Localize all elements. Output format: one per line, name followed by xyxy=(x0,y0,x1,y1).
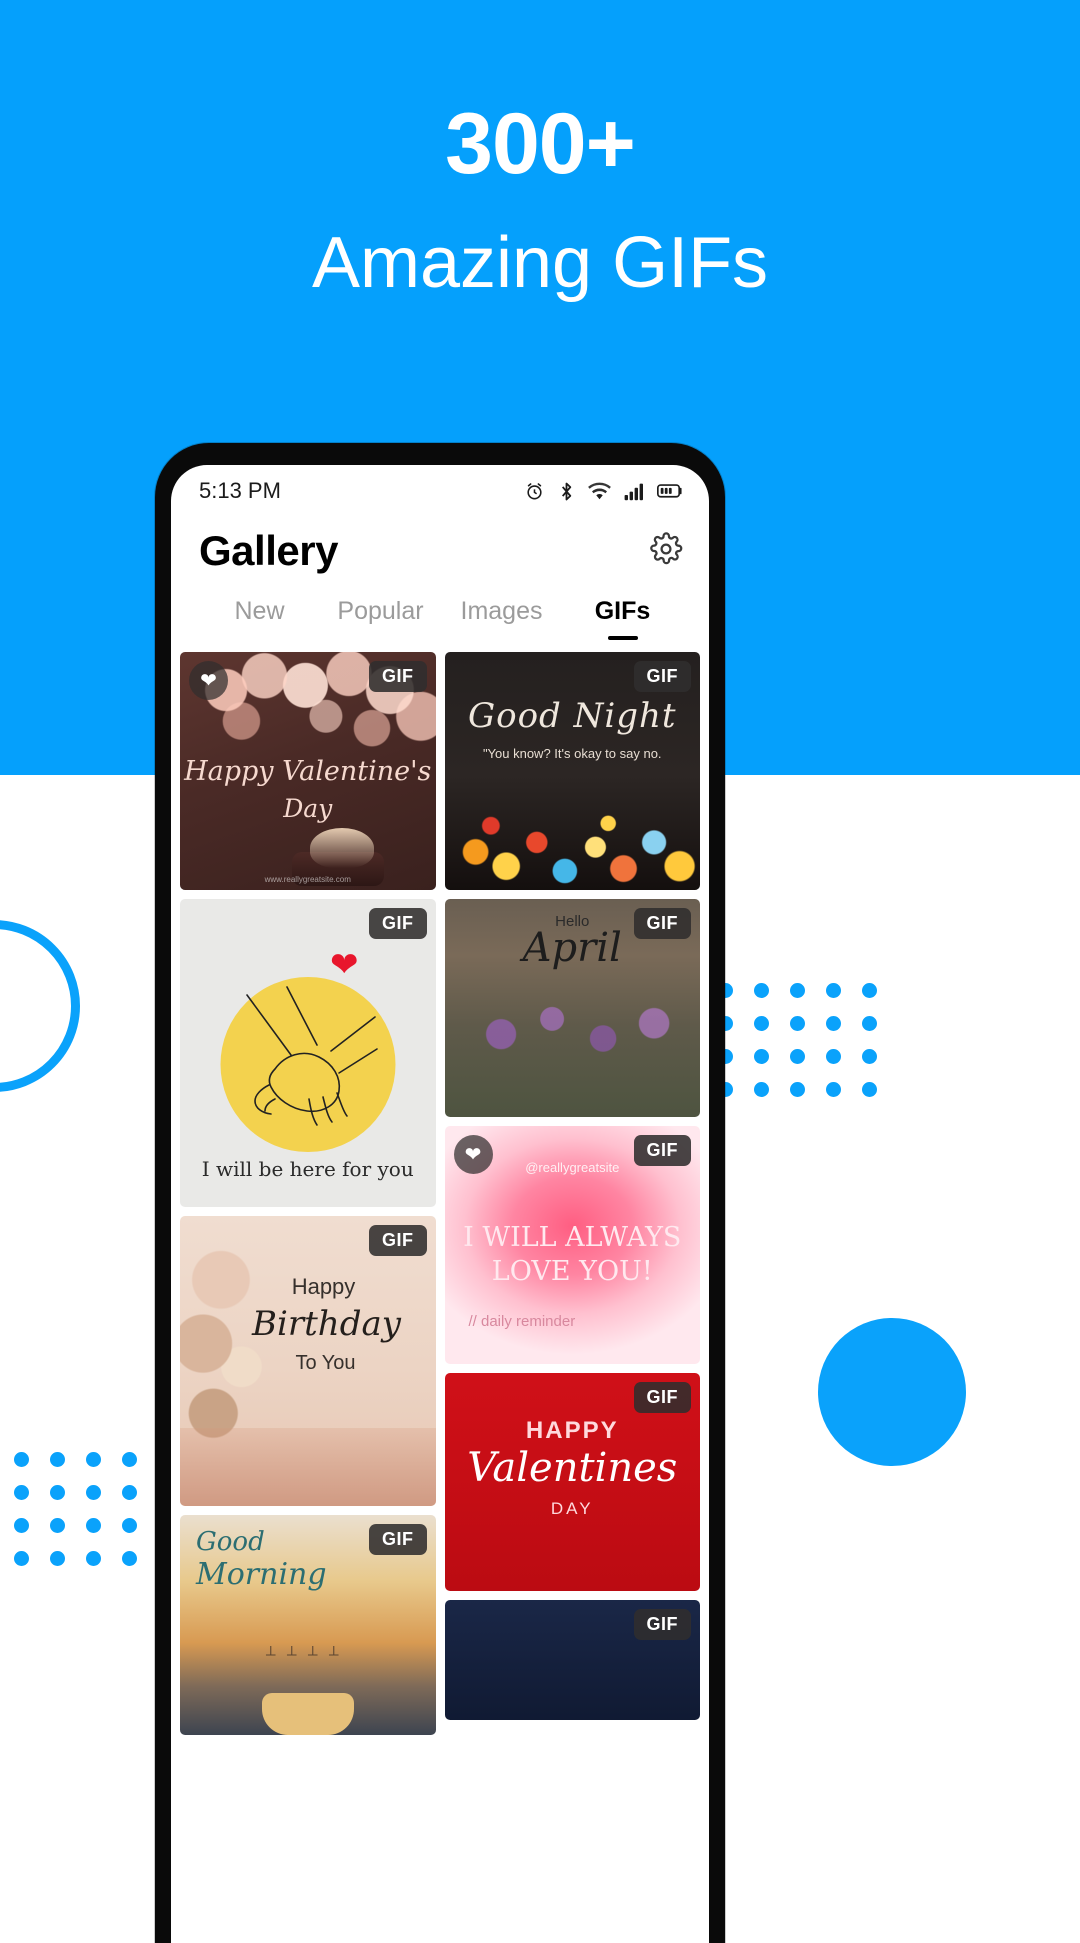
battery-icon xyxy=(657,483,683,499)
status-bar-icons xyxy=(524,481,683,502)
gif-tile-valentines-day[interactable]: ❤ GIF Happy Valentine's Day www.reallygr… xyxy=(180,652,436,890)
tile-caption: LOVE YOU! xyxy=(491,1256,653,1287)
gif-badge: GIF xyxy=(633,661,691,692)
gif-badge: GIF xyxy=(369,1524,427,1555)
favorite-badge[interactable]: ❤ xyxy=(189,661,228,700)
gif-badge: GIF xyxy=(369,908,427,939)
gif-badge: GIF xyxy=(369,1225,427,1256)
hero-subtitle: Amazing GIFs xyxy=(311,223,769,303)
phone-screen: 5:13 PM Gallery New Popular Images GIFs … xyxy=(171,465,709,1943)
tile-caption: DAY xyxy=(550,1499,594,1518)
tile-caption: Birthday xyxy=(252,1304,401,1344)
hero-title: 300+ xyxy=(445,96,636,192)
status-bar-time: 5:13 PM xyxy=(199,478,281,503)
tab-label: New xyxy=(234,597,285,625)
tile-caption: Happy Valentine's xyxy=(184,756,432,787)
tile-caption: To You xyxy=(295,1352,356,1374)
gif-tile-holding-hands[interactable]: GIF ❤ I will be here for you xyxy=(180,899,436,1207)
tile-caption: Day xyxy=(283,794,333,823)
tile-caption: Morning xyxy=(196,1557,327,1592)
gif-tile-hello-april[interactable]: GIF Hello April xyxy=(444,899,700,1117)
tile-caption: // daily reminder xyxy=(468,1313,576,1330)
cellular-signal-icon xyxy=(624,482,644,501)
hands-illustration xyxy=(245,986,378,1126)
alarm-icon xyxy=(524,481,545,502)
gif-badge: GIF xyxy=(633,908,691,939)
status-bar: 5:13 PM xyxy=(171,465,709,517)
gif-tile-night-scene[interactable]: GIF xyxy=(444,1600,700,1720)
gear-icon[interactable] xyxy=(649,531,683,571)
heart-icon: ❤ xyxy=(330,946,359,984)
gif-tile-happy-birthday[interactable]: GIF Happy Birthday To You xyxy=(180,1216,436,1506)
tile-caption: "You know? It's okay to say no. xyxy=(482,746,662,761)
gif-badge: GIF xyxy=(633,1382,691,1413)
phone-mockup: 5:13 PM Gallery New Popular Images GIFs … xyxy=(155,443,725,1943)
mug-shape xyxy=(261,1693,354,1735)
gif-grid-column-right: GIF Good Night "You know? It's okay to s… xyxy=(444,652,700,1735)
gif-grid: ❤ GIF Happy Valentine's Day www.reallygr… xyxy=(171,640,709,1735)
bluetooth-icon xyxy=(558,481,575,502)
tile-caption: I WILL ALWAYS xyxy=(463,1222,682,1253)
flame-shape xyxy=(309,828,374,868)
gif-tile-i-will-always-love-you[interactable]: ❤ GIF @reallygreatsite I WILL ALWAYS LOV… xyxy=(444,1126,700,1364)
gif-grid-column-left: ❤ GIF Happy Valentine's Day www.reallygr… xyxy=(180,652,436,1735)
tab-popular[interactable]: Popular xyxy=(320,597,441,640)
circle-outline-decoration xyxy=(0,920,80,1092)
page-title: Gallery xyxy=(199,527,338,574)
tile-caption: Good Night xyxy=(467,696,677,736)
tile-caption: I will be here for you xyxy=(201,1157,414,1181)
tab-new[interactable]: New xyxy=(199,597,320,640)
heart-icon: ❤ xyxy=(464,1144,482,1166)
gif-tile-good-morning[interactable]: GIF Good Morning ⟂⟂⟂⟂ xyxy=(180,1515,436,1735)
tab-bar: New Popular Images GIFs xyxy=(171,575,709,640)
gift-boxes-shape xyxy=(180,1428,436,1506)
app-bar: Gallery xyxy=(171,517,709,575)
birds-shape: ⟂⟂⟂⟂ xyxy=(265,1643,350,1660)
gif-badge: GIF xyxy=(633,1609,691,1640)
tile-caption: Happy xyxy=(291,1274,356,1299)
tile-caption: HAPPY xyxy=(525,1417,619,1444)
gif-tile-good-night[interactable]: GIF Good Night "You know? It's okay to s… xyxy=(444,652,700,890)
active-tab-indicator xyxy=(607,636,638,640)
dot-grid-decoration-left xyxy=(14,1452,158,1584)
heart-icon: ❤ xyxy=(200,670,217,692)
gif-tile-happy-valentines[interactable]: GIF HAPPY Valentines DAY xyxy=(444,1373,700,1591)
favorite-badge[interactable]: ❤ xyxy=(453,1135,493,1174)
gif-badge: GIF xyxy=(633,1135,691,1166)
tab-label: GIFs xyxy=(594,597,651,625)
tab-label: Images xyxy=(460,597,543,625)
tile-caption: Valentines xyxy=(467,1445,678,1491)
wifi-icon xyxy=(588,482,611,501)
filled-circle-decoration xyxy=(818,1318,966,1466)
gif-badge: GIF xyxy=(369,661,427,692)
dot-grid-decoration-right xyxy=(718,983,898,1115)
tab-images[interactable]: Images xyxy=(441,597,562,640)
tile-watermark: www.reallygreatsite.com xyxy=(264,875,351,884)
tab-gifs[interactable]: GIFs xyxy=(562,597,683,640)
tab-label: Popular xyxy=(337,597,424,625)
